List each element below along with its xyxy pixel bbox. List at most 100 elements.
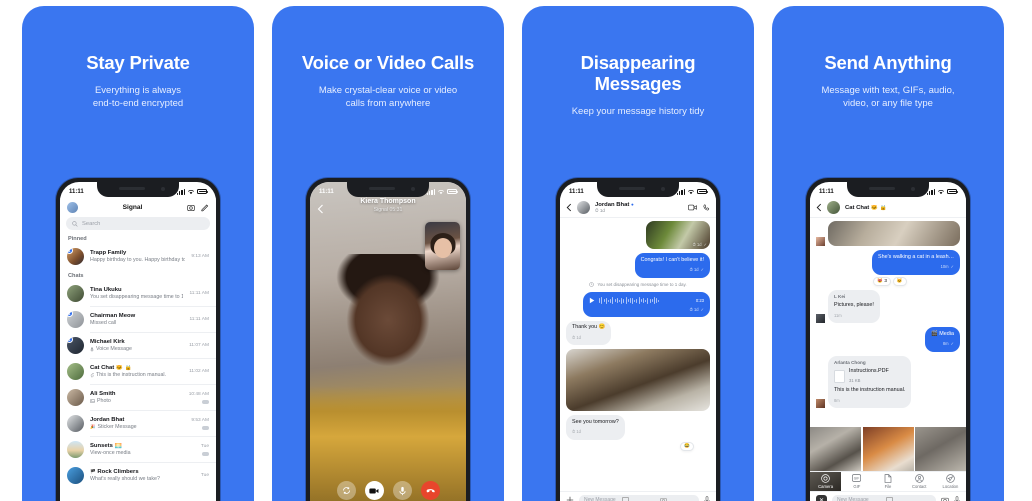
message-thread[interactable]: She's walking a cat in a leash… 10m ✓ 😻 …	[810, 218, 966, 427]
tray-tab-location[interactable]: Location	[935, 472, 966, 491]
text-message[interactable]: She's walking a cat in a leash… 10m ✓	[872, 250, 960, 275]
avatar	[816, 314, 825, 323]
chat-time: 11:02 AM	[189, 369, 209, 374]
message-row[interactable]: 0:23 ⏱ 1d ✓	[566, 291, 710, 317]
sticker-icon[interactable]	[622, 496, 656, 501]
notch	[347, 182, 429, 197]
media-thumbnail[interactable]	[810, 427, 861, 471]
chat-time: 11:11 AM	[189, 291, 209, 296]
reaction-row[interactable]: 😂	[570, 441, 694, 451]
search-input[interactable]: Search	[66, 217, 210, 230]
unread-badge: 1	[67, 248, 73, 254]
image-message[interactable]	[828, 221, 960, 246]
tray-tab-file[interactable]: File	[872, 472, 903, 491]
tray-tab-camera[interactable]: Camera	[810, 472, 842, 491]
message-input-bar[interactable]: ✕ New Message	[810, 491, 966, 501]
close-x-icon[interactable]: ✕	[816, 494, 827, 501]
reaction-chip[interactable]: 🐱	[892, 276, 907, 286]
pencil-compose-icon[interactable]	[201, 204, 209, 212]
back-chevron-icon[interactable]	[566, 203, 572, 212]
wifi-icon	[938, 189, 944, 194]
profile-avatar[interactable]	[67, 202, 78, 213]
message-row[interactable]: She's walking a cat in a leash… 10m ✓	[816, 250, 960, 275]
text-message[interactable]: L Kei Pictures, please! 11m	[828, 289, 880, 323]
message-row[interactable]: 🎬 Media 8m ✓	[816, 327, 960, 352]
text-message[interactable]: Congrats! I can't believe it! ⏱ 1d ✓	[634, 253, 710, 278]
phone-screen: 11:11 Signal Search Pinned 1 Trapp Famil…	[60, 182, 216, 501]
chat-list-item[interactable]: Ali Smith Photo 10:48 AM	[60, 385, 216, 410]
camera-icon[interactable]	[187, 204, 195, 212]
message-row[interactable]: Congrats! I can't believe it! ⏱ 1d ✓	[566, 253, 710, 278]
message-row[interactable]: Arlanta Chong Instructions.PDF 31 KB Thi…	[816, 355, 960, 408]
attachment-tabs[interactable]: Camera GIF GIF File Contact Location	[810, 471, 966, 491]
chat-preview: 🎉 Sticker Message	[90, 424, 185, 430]
message-sender: Arlanta Chong	[834, 360, 866, 365]
camera-icon[interactable]	[941, 497, 949, 501]
image-message[interactable]	[566, 349, 710, 411]
file-message[interactable]: Arlanta Chong Instructions.PDF 31 KB Thi…	[828, 355, 912, 408]
message-input[interactable]: New Message	[832, 494, 936, 501]
chat-list-item[interactable]: Jordan Bhat 🎉 Sticker Message 9:53 AM	[60, 411, 216, 436]
wifi-icon	[188, 189, 194, 194]
tray-tab-contact[interactable]: Contact	[904, 472, 935, 491]
flip-camera-button[interactable]	[336, 481, 356, 500]
media-thumbnail[interactable]	[862, 427, 914, 471]
chat-list-item[interactable]: Sunsets 🌅 View-once media Tue	[60, 437, 216, 462]
tray-tab-gif[interactable]: GIF GIF	[841, 472, 872, 491]
message-thread[interactable]: ⏱ 1d ✓ Congrats! I can't believe it! ⏱ 1…	[560, 218, 716, 501]
panel-voice-video-calls: Voice or Video Calls Make crystal-clear …	[272, 6, 504, 501]
input-placeholder: New Message	[584, 497, 616, 501]
end-call-button[interactable]	[420, 481, 440, 500]
play-icon	[590, 297, 595, 304]
back-chevron-icon[interactable]	[317, 204, 324, 214]
message-input[interactable]: New Message	[579, 494, 699, 501]
message-row[interactable]: L Kei Pictures, please! 11m	[816, 289, 960, 323]
chat-list-item[interactable]: 1 Trapp Family Happy birthday to you. Ha…	[60, 244, 216, 269]
call-controls	[310, 481, 466, 500]
microphone-icon[interactable]	[704, 496, 710, 501]
tray-tab-label: Location	[942, 484, 959, 490]
file-attachment[interactable]: Instructions.PDF 31 KB	[834, 368, 905, 384]
tray-tab-label: Contact	[911, 484, 927, 490]
plus-icon[interactable]	[566, 496, 574, 501]
chat-list-item[interactable]: Cat Chat 🐱 🔒 This is the instruction man…	[60, 359, 216, 384]
self-video-preview[interactable]	[425, 222, 460, 270]
chat-list[interactable]: Pinned 1 Trapp Family Happy birthday to …	[60, 232, 216, 501]
message-row[interactable]	[816, 221, 960, 246]
video-call-icon[interactable]	[688, 204, 697, 211]
chat-list-item[interactable]: 🏴 Rock Climbers What's really should we …	[60, 463, 216, 488]
message-row[interactable]: Thank you 😊 ⏱ 1d	[566, 320, 710, 345]
message-row[interactable]	[566, 349, 710, 411]
media-picker-strip[interactable]	[810, 427, 966, 471]
sticker-icon: 🎉	[90, 424, 96, 430]
message-row[interactable]: ⏱ 1d ✓	[566, 221, 710, 249]
message-row[interactable]: See you tomorrow? ⏱ 1d	[566, 415, 710, 440]
microphone-icon[interactable]	[954, 496, 960, 501]
avatar[interactable]	[577, 201, 590, 214]
image-message[interactable]: ⏱ 1d ✓	[646, 221, 710, 249]
media-thumbnail[interactable]	[915, 427, 966, 471]
attachment-tray[interactable]: Camera GIF GIF File Contact Location	[810, 427, 966, 491]
voice-message[interactable]: 0:23 ⏱ 1d ✓	[583, 291, 710, 317]
video-toggle-button[interactable]	[364, 481, 384, 500]
search-placeholder: Search	[82, 220, 101, 227]
message-input-bar[interactable]: New Message	[560, 491, 716, 501]
reaction-chip[interactable]: 😻 3	[873, 276, 891, 286]
text-message[interactable]: See you tomorrow? ⏱ 1d	[566, 415, 625, 440]
avatar[interactable]	[827, 201, 840, 214]
chat-list-item[interactable]: 1 Chairman Meow Missed call 11:11 AM	[60, 307, 216, 332]
panel-subtitle: Message with text, GIFs, audio, video, or…	[821, 85, 955, 109]
phone-call-icon[interactable]	[702, 204, 710, 212]
chat-list-item[interactable]: Tina Ukuku You set disappearing message …	[60, 281, 216, 306]
reaction-chip[interactable]: 😂	[680, 441, 694, 451]
message-meta: ⏱ 1d ✓	[689, 306, 704, 312]
media-message[interactable]: 🎬 Media 8m ✓	[925, 327, 960, 352]
text-message[interactable]: Thank you 😊 ⏱ 1d	[566, 320, 612, 345]
chat-list-item[interactable]: 1 Michael Kirk Voice Message 11:07 AM	[60, 333, 216, 358]
back-chevron-icon[interactable]	[816, 203, 822, 212]
camera-icon[interactable]	[660, 497, 694, 501]
phone-screen: 11:11 Cat Chat 🐱 🔒 She's walking a cat i…	[810, 182, 966, 501]
microphone-toggle-button[interactable]	[392, 481, 412, 500]
sticker-icon[interactable]	[886, 496, 931, 501]
reaction-row[interactable]: 😻 3 🐱	[820, 276, 960, 286]
